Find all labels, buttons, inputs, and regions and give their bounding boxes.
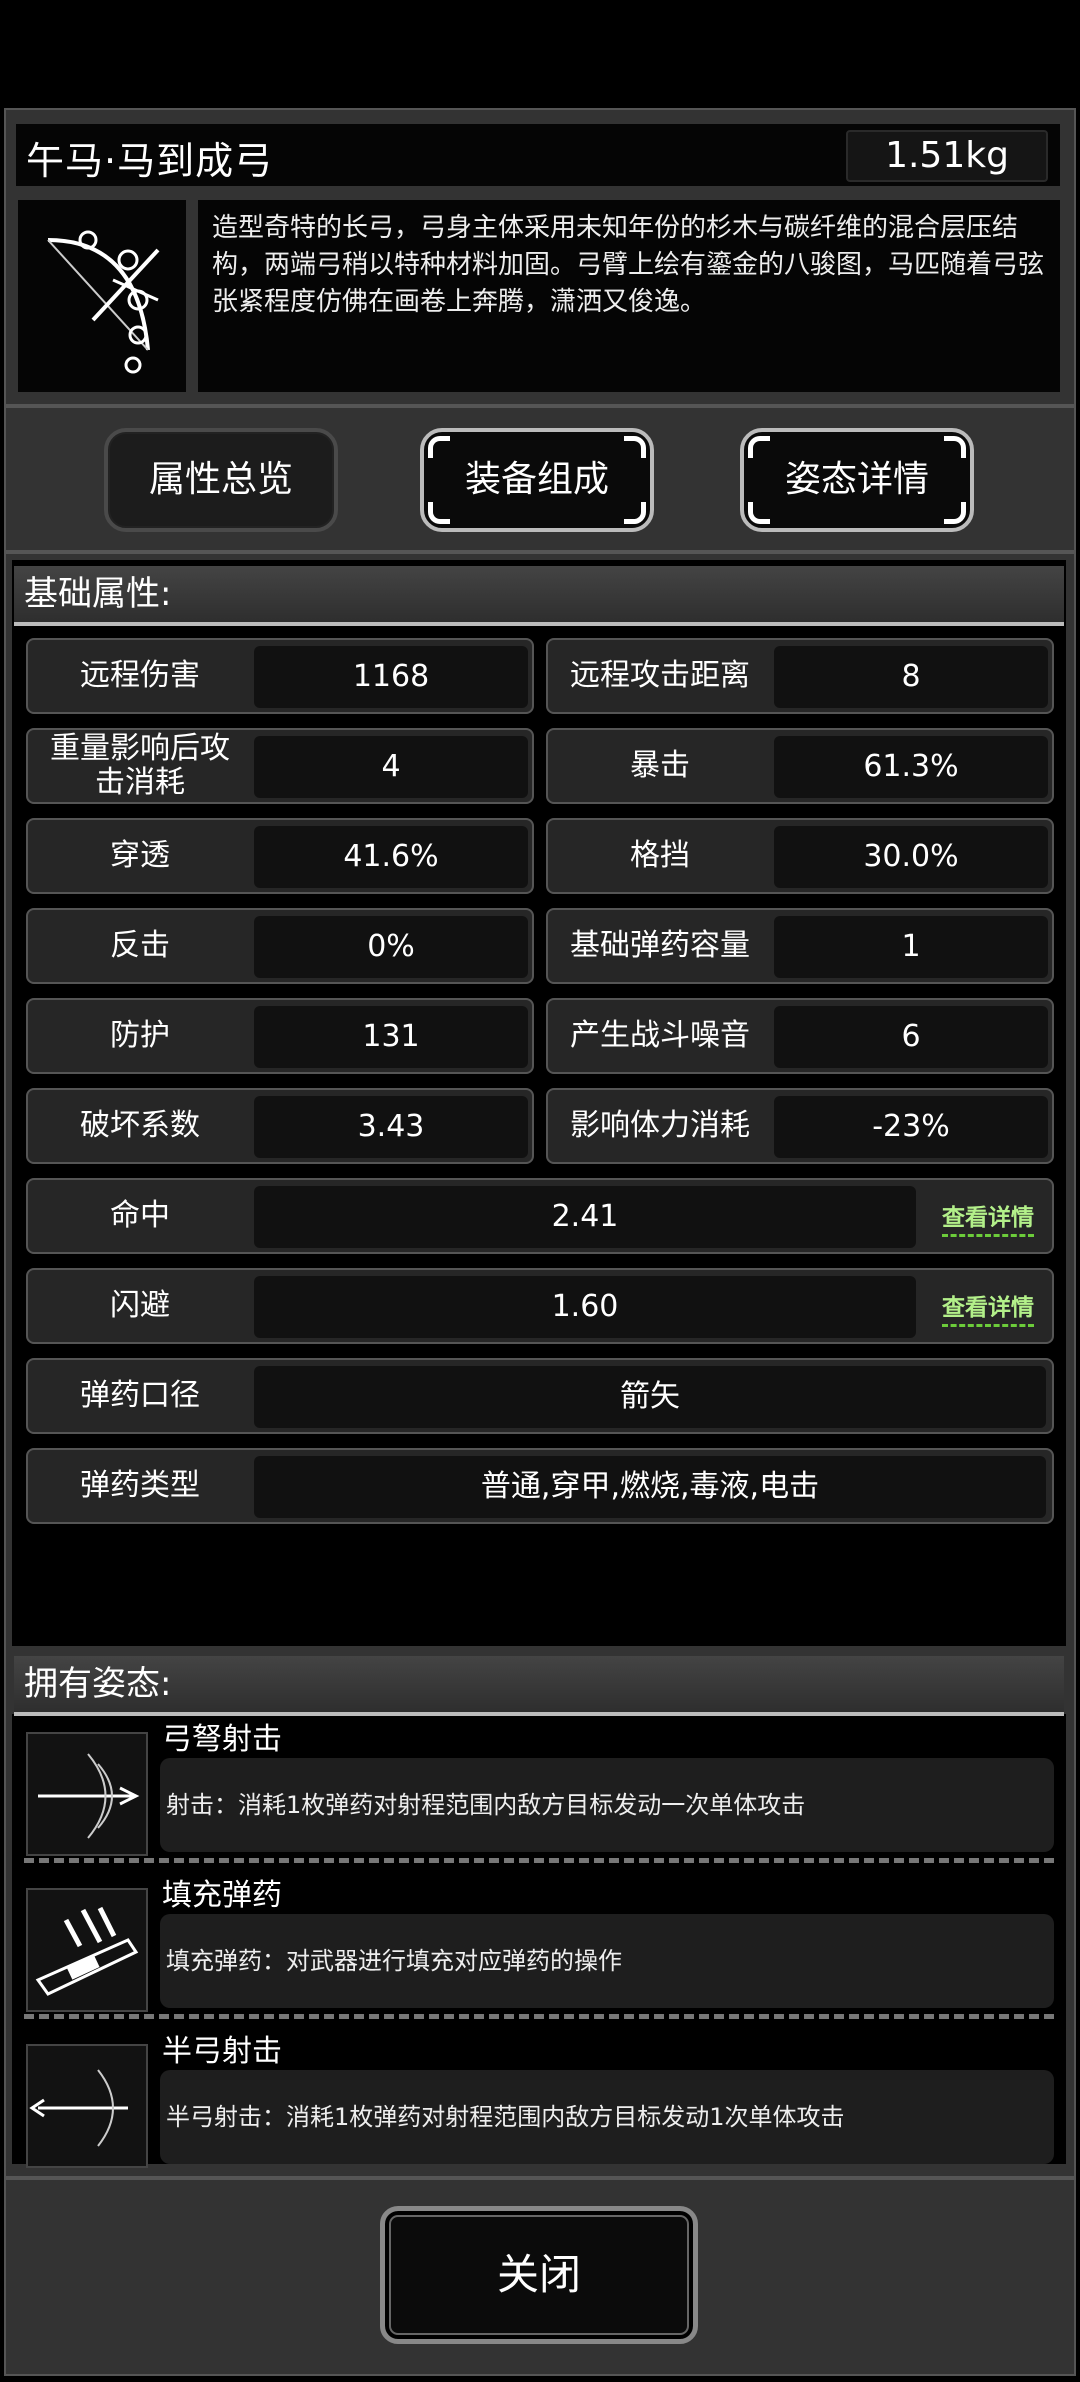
stance-item[interactable]: 填充弹药 填充弹药：对武器进行填充对应弹药的操作 [26, 1878, 1054, 2012]
stance-name: 弓弩射击 [162, 1722, 282, 1757]
bow-shot-icon [26, 1732, 148, 1856]
stat-value: 普通,穿甲,燃烧,毒液,电击 [254, 1456, 1046, 1518]
stat-label: 反击 [110, 928, 170, 963]
stat-ranged-range: 远程攻击距离 8 [546, 638, 1054, 714]
tab-label: 姿态详情 [784, 459, 929, 500]
stat-value: 4 [254, 736, 528, 798]
stances-heading: 拥有姿态: [14, 1656, 1064, 1716]
stat-label: 穿透 [110, 838, 170, 873]
stance-name: 填充弹药 [162, 1878, 282, 1913]
bow-weapon-icon [18, 200, 186, 392]
stat-value: 2.41 [254, 1186, 916, 1248]
close-button[interactable]: 关闭 [380, 2206, 698, 2344]
stat-value: 8 [774, 646, 1048, 708]
stat-value: 3.43 [254, 1096, 528, 1158]
stat-value: 30.0% [774, 826, 1048, 888]
stat-value: 1168 [254, 646, 528, 708]
stat-label: 产生战斗噪音 [570, 1018, 750, 1053]
divider [4, 404, 1076, 408]
stat-ammo-type: 弹药类型 普通,穿甲,燃烧,毒液,电击 [26, 1448, 1054, 1524]
stat-value: 箭矢 [254, 1366, 1046, 1428]
stat-crit: 暴击 61.3% [546, 728, 1054, 804]
status-area [0, 0, 1080, 108]
tab-row: 属性总览 装备组成 姿态详情 [4, 412, 1076, 552]
stat-value: 41.6% [254, 826, 528, 888]
tab-equipment-composition[interactable]: 装备组成 [420, 428, 654, 532]
stat-destruction: 破坏系数 3.43 [26, 1088, 534, 1164]
divider [24, 2014, 1054, 2019]
divider [4, 550, 1076, 554]
stat-evasion: 闪避 1.60 查看详情 [26, 1268, 1054, 1344]
stat-attack-cost: 重量影响后攻击消耗 4 [26, 728, 534, 804]
stat-value: 131 [254, 1006, 528, 1068]
stance-item[interactable]: 半弓射击 半弓射击：消耗1枚弹药对射程范围内敌方目标发动1次单体攻击 [26, 2034, 1054, 2168]
stat-label: 闪避 [110, 1288, 170, 1323]
stat-protection: 防护 131 [26, 998, 534, 1074]
stat-label: 格挡 [630, 838, 690, 873]
stat-value: 1.60 [254, 1276, 916, 1338]
stat-stamina: 影响体力消耗 -23% [546, 1088, 1054, 1164]
tab-stance-details[interactable]: 姿态详情 [740, 428, 974, 532]
stat-value: 6 [774, 1006, 1048, 1068]
stat-value: 61.3% [774, 736, 1048, 798]
stat-noise: 产生战斗噪音 6 [546, 998, 1054, 1074]
item-title: 午马·马到成弓 [26, 139, 274, 183]
stat-label: 远程攻击距离 [570, 658, 750, 693]
title-bar: 午马·马到成弓 1.51kg [16, 124, 1060, 186]
item-description: 造型奇特的长弓，弓身主体采用未知年份的杉木与碳纤维的混合层压结构，两端弓稍以特种… [198, 200, 1060, 392]
stat-penetration: 穿透 41.6% [26, 818, 534, 894]
stance-description: 射击：消耗1枚弹药对射程范围内敌方目标发动一次单体攻击 [160, 1758, 1054, 1852]
stat-label: 暴击 [630, 748, 690, 783]
tab-attribute-overview[interactable]: 属性总览 [104, 428, 338, 532]
stat-block: 格挡 30.0% [546, 818, 1054, 894]
item-weight: 1.51kg [846, 130, 1048, 182]
stat-label: 重量影响后攻击消耗 [50, 731, 230, 800]
tab-label: 属性总览 [148, 459, 293, 500]
stat-label: 弹药口径 [80, 1378, 200, 1413]
stat-counter: 反击 0% [26, 908, 534, 984]
stat-label: 远程伤害 [80, 658, 200, 693]
stance-description: 半弓射击：消耗1枚弹药对射程范围内敌方目标发动1次单体攻击 [160, 2070, 1054, 2164]
stat-label: 破坏系数 [80, 1108, 200, 1143]
stat-label: 命中 [110, 1198, 170, 1233]
attributes-heading: 基础属性: [14, 566, 1064, 626]
stat-accuracy: 命中 2.41 查看详情 [26, 1178, 1054, 1254]
stat-ammo-capacity: 基础弹药容量 1 [546, 908, 1054, 984]
tab-label: 装备组成 [464, 459, 609, 500]
accuracy-detail-link[interactable]: 查看详情 [942, 1198, 1034, 1237]
stance-description: 填充弹药：对武器进行填充对应弹药的操作 [160, 1914, 1054, 2008]
divider [24, 1858, 1054, 1863]
half-bow-icon [26, 2044, 148, 2168]
divider [4, 2176, 1076, 2180]
stat-value: -23% [774, 1096, 1048, 1158]
stat-label: 基础弹药容量 [570, 928, 750, 963]
evasion-detail-link[interactable]: 查看详情 [942, 1288, 1034, 1327]
stat-label: 防护 [110, 1018, 170, 1053]
stat-label: 影响体力消耗 [570, 1108, 750, 1143]
reload-icon [26, 1888, 148, 2012]
stat-value: 0% [254, 916, 528, 978]
stat-ammo-caliber: 弹药口径 箭矢 [26, 1358, 1054, 1434]
stance-name: 半弓射击 [162, 2034, 282, 2069]
stance-item[interactable]: 弓弩射击 射击：消耗1枚弹药对射程范围内敌方目标发动一次单体攻击 [26, 1722, 1054, 1856]
stat-value: 1 [774, 916, 1048, 978]
stat-label: 弹药类型 [80, 1468, 200, 1503]
stat-ranged-damage: 远程伤害 1168 [26, 638, 534, 714]
